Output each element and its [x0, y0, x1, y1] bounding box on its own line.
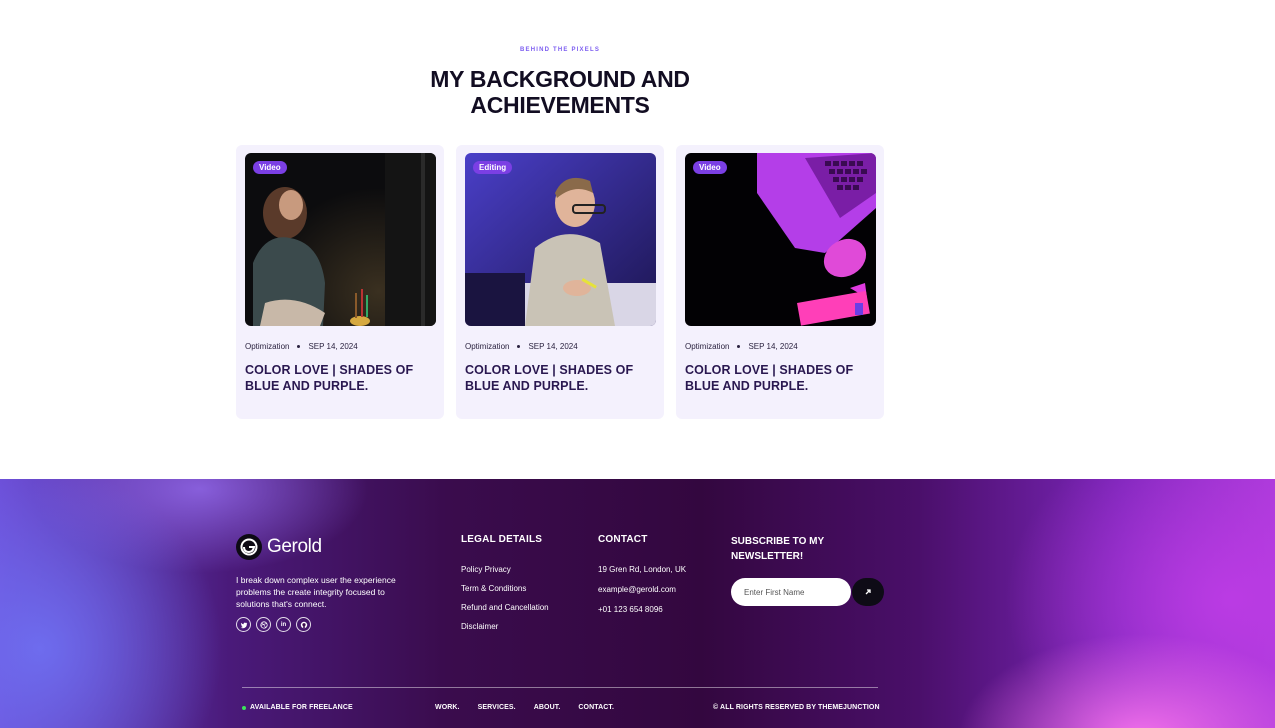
footer-about-text: I break down complex user the experience…: [236, 575, 396, 609]
footer-nav-contact[interactable]: CONTACT.: [578, 704, 614, 711]
heading-line-1: MY BACKGROUND AND: [430, 66, 690, 92]
footer-nav-work[interactable]: WORK.: [435, 704, 460, 711]
card-category[interactable]: Optimization: [465, 342, 509, 351]
section-heading: MY BACKGROUND AND ACHIEVEMENTS: [400, 66, 720, 118]
footer-nav: WORK. SERVICES. ABOUT. CONTACT.: [435, 704, 614, 711]
card-image[interactable]: Video: [685, 153, 876, 326]
card-category[interactable]: Optimization: [245, 342, 289, 351]
achievements-section: BEHIND THE PIXELS MY BACKGROUND AND ACHI…: [0, 0, 1275, 479]
footer-nav-about[interactable]: ABOUT.: [534, 704, 561, 711]
heading-line-2: ACHIEVEMENTS: [470, 92, 650, 118]
contact-email[interactable]: example@gerold.com: [598, 584, 686, 604]
card-tag[interactable]: Editing: [473, 161, 513, 174]
availability-label: AVAILABLE FOR FREELANCE: [250, 704, 353, 711]
legal-link-refund[interactable]: Refund and Cancellation: [461, 602, 549, 621]
card-meta: Optimization SEP 14, 2024: [685, 342, 798, 351]
dribbble-icon[interactable]: [256, 617, 271, 632]
legal-title: LEGAL DETAILS: [461, 534, 543, 545]
footer-nav-services[interactable]: SERVICES.: [478, 704, 516, 711]
card-date: SEP 14, 2024: [748, 342, 798, 351]
contact-list: 19 Gren Rd, London, UK example@gerold.co…: [598, 564, 686, 624]
newsletter-title: SUBSCRIBE TO MY NEWSLETTER!: [731, 536, 824, 562]
card-tag[interactable]: Video: [253, 161, 287, 174]
copyright-text: © ALL RIGHTS RESERVED BY THEMEJUNCTION: [713, 704, 880, 711]
twitter-icon[interactable]: [236, 617, 251, 632]
meta-dot: [297, 345, 301, 348]
card-title[interactable]: COLOR LOVE | SHADES OF BLUE AND PURPLE.: [465, 362, 655, 394]
blog-card[interactable]: Editing Optimization SEP 14, 2024 COLOR …: [456, 145, 664, 419]
brand-name: Gerold: [267, 536, 322, 557]
gerold-logo-icon: [236, 534, 262, 560]
legal-links: Policy Privacy Term & Conditions Refund …: [461, 564, 549, 640]
card-image[interactable]: Video: [245, 153, 436, 326]
github-icon[interactable]: [296, 617, 311, 632]
arrow-up-right-icon: [865, 589, 871, 595]
newsletter-name-input[interactable]: [731, 578, 851, 606]
card-date: SEP 14, 2024: [308, 342, 358, 351]
social-links: in: [236, 617, 311, 632]
card-image[interactable]: Editing: [465, 153, 656, 326]
card-category[interactable]: Optimization: [685, 342, 729, 351]
linkedin-icon[interactable]: in: [276, 617, 291, 632]
legal-link-terms[interactable]: Term & Conditions: [461, 583, 549, 602]
site-footer: Gerold I break down complex user the exp…: [0, 479, 1275, 728]
card-title[interactable]: COLOR LOVE | SHADES OF BLUE AND PURPLE.: [685, 362, 875, 394]
card-meta: Optimization SEP 14, 2024: [245, 342, 358, 351]
card-date: SEP 14, 2024: [528, 342, 578, 351]
contact-title: CONTACT: [598, 534, 648, 545]
card-title[interactable]: COLOR LOVE | SHADES OF BLUE AND PURPLE.: [245, 362, 435, 394]
availability-status: AVAILABLE FOR FREELANCE: [242, 704, 353, 711]
meta-dot: [737, 345, 741, 348]
available-dot-icon: [242, 705, 246, 710]
legal-link-policy[interactable]: Policy Privacy: [461, 564, 549, 583]
section-eyebrow: BEHIND THE PIXELS: [519, 47, 601, 53]
card-meta: Optimization SEP 14, 2024: [465, 342, 578, 351]
footer-divider: [242, 687, 878, 688]
blog-card[interactable]: Video Optimization SEP 14, 2024 COLOR LO…: [676, 145, 884, 419]
contact-address: 19 Gren Rd, London, UK: [598, 565, 687, 574]
footer-brand[interactable]: Gerold: [236, 534, 322, 560]
legal-link-disclaimer[interactable]: Disclaimer: [461, 621, 549, 640]
newsletter-submit-button[interactable]: [852, 578, 884, 606]
blog-card[interactable]: Video Optimization SEP 14, 2024 COLOR LO…: [236, 145, 444, 419]
meta-dot: [517, 345, 521, 348]
card-tag[interactable]: Video: [693, 161, 727, 174]
contact-phone[interactable]: +01 123 654 8096: [598, 604, 686, 624]
